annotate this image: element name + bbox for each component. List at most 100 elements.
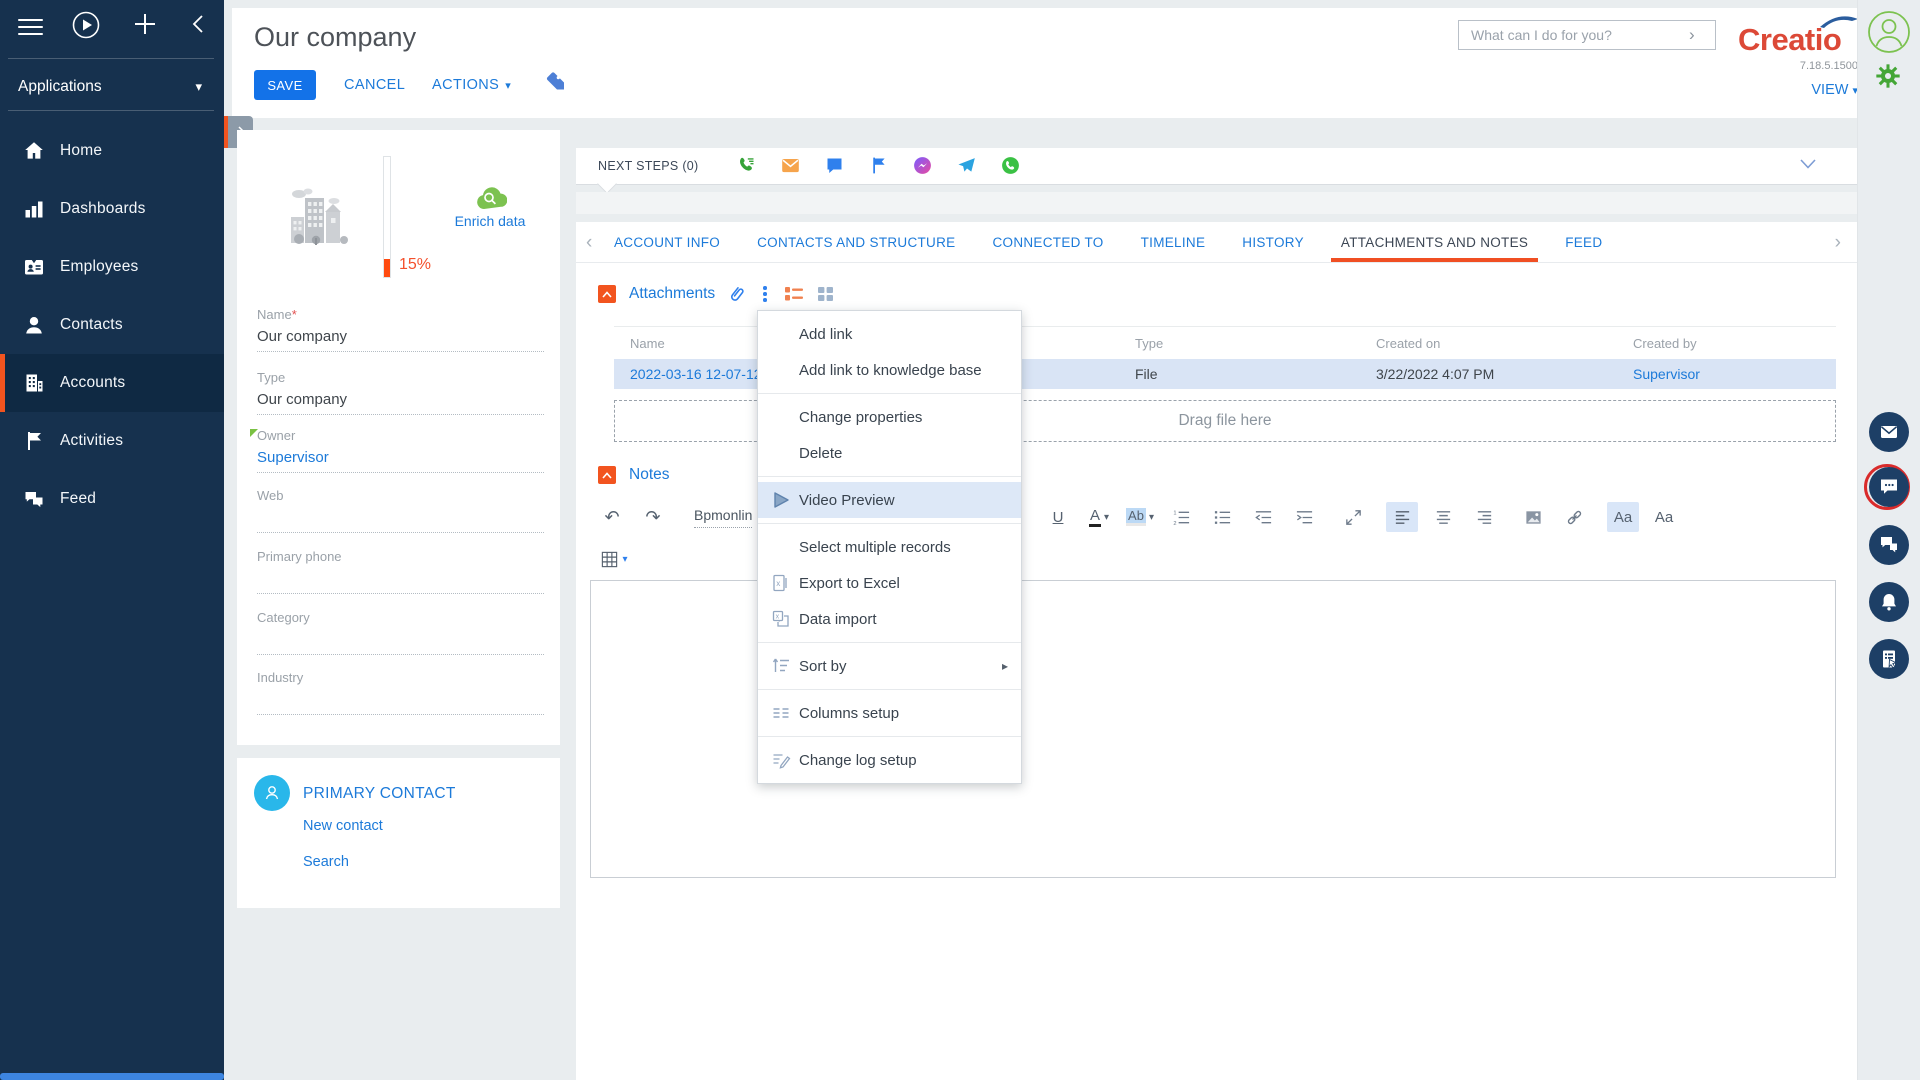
settings-gear-icon[interactable] <box>1874 62 1902 90</box>
sidebar-item-contacts[interactable]: Contacts <box>0 296 224 354</box>
fullscreen-icon[interactable] <box>1337 502 1369 532</box>
sidebar-item-accounts[interactable]: Accounts <box>0 354 224 412</box>
collapse-sidebar-icon[interactable] <box>188 12 210 36</box>
notifications-bell-button[interactable] <box>1869 582 1909 622</box>
column-header-created-on[interactable]: Created on <box>1376 336 1440 351</box>
search-input[interactable] <box>1459 27 1689 43</box>
highlight-color-icon[interactable]: Ab▾ <box>1124 502 1156 532</box>
view-menu-button[interactable]: VIEW ▾ <box>1738 82 1858 98</box>
workspace-selector[interactable]: Applications ▾ <box>0 64 224 110</box>
messenger-icon[interactable] <box>912 155 933 176</box>
menu-item-video-preview[interactable]: Video Preview <box>758 482 1021 518</box>
insert-image-icon[interactable] <box>1517 502 1549 532</box>
chat-messages-button[interactable] <box>1869 467 1909 507</box>
menu-item-sort-by[interactable]: Sort by ▸ <box>758 648 1021 684</box>
font-family-select[interactable]: Bpmonlin <box>694 507 752 528</box>
whatsapp-icon[interactable] <box>1000 155 1021 176</box>
list-view-icon[interactable] <box>784 286 804 302</box>
column-header-created-by[interactable]: Created by <box>1633 336 1697 351</box>
field-value[interactable] <box>257 509 544 527</box>
field-primary-phone[interactable]: Primary phone <box>257 549 544 594</box>
account-photo-placeholder[interactable] <box>285 185 351 247</box>
telegram-icon[interactable] <box>956 155 977 176</box>
process-run-icon[interactable] <box>72 11 100 39</box>
field-value[interactable]: Our company <box>257 328 544 346</box>
menu-hamburger-icon[interactable] <box>18 14 43 40</box>
feed-discussions-button[interactable] <box>1869 525 1909 565</box>
business-process-tasks-button[interactable] <box>1869 639 1909 679</box>
tab-contacts-and-structure[interactable]: CONTACTS AND STRUCTURE <box>757 222 955 262</box>
undo-icon[interactable]: ↶ <box>596 502 628 532</box>
collapse-panel-icon[interactable] <box>1799 158 1817 170</box>
add-new-icon[interactable] <box>132 11 158 37</box>
tab-feed[interactable]: FEED <box>1565 222 1602 262</box>
field-value[interactable]: Our company <box>257 391 544 409</box>
grid-view-icon[interactable] <box>817 286 834 302</box>
column-header-name[interactable]: Name <box>630 336 665 351</box>
call-icon[interactable] <box>736 155 757 176</box>
menu-item-columns-setup[interactable]: Columns setup <box>758 695 1021 731</box>
tab-timeline[interactable]: TIMELINE <box>1141 222 1206 262</box>
menu-item-add-link-to-knowledge-base[interactable]: Add link to knowledge base <box>758 352 1021 388</box>
attach-file-icon[interactable] <box>728 284 746 304</box>
clear-style-icon[interactable]: Aa <box>1648 502 1680 532</box>
sidebar-item-dashboards[interactable]: Dashboards <box>0 180 224 238</box>
save-button[interactable]: SAVE <box>254 70 316 100</box>
attachment-name-link[interactable]: 2022-03-16 12-07-12 <box>630 366 762 382</box>
menu-item-change-properties[interactable]: Change properties <box>758 399 1021 435</box>
menu-item-delete[interactable]: Delete <box>758 435 1021 471</box>
field-type[interactable]: Type Our company <box>257 370 544 415</box>
user-avatar[interactable] <box>1867 10 1911 54</box>
tab-attachments-and-notes[interactable]: ATTACHMENTS AND NOTES <box>1341 222 1528 262</box>
cancel-button[interactable]: CANCEL <box>344 77 405 93</box>
increase-indent-icon[interactable] <box>1288 502 1320 532</box>
attachment-created-by-link[interactable]: Supervisor <box>1633 366 1700 382</box>
tag-icon[interactable] <box>544 72 566 92</box>
bullet-list-icon[interactable] <box>1206 502 1238 532</box>
align-center-icon[interactable] <box>1427 502 1459 532</box>
text-style-icon[interactable]: Aa​ <box>1607 502 1639 532</box>
field-value-link[interactable]: Supervisor <box>257 449 544 467</box>
sidebar-item-feed[interactable]: Feed <box>0 470 224 528</box>
menu-item-add-link[interactable]: Add link <box>758 316 1021 352</box>
sidebar-item-employees[interactable]: Employees <box>0 238 224 296</box>
search-submit-icon[interactable]: › <box>1689 25 1715 45</box>
field-value[interactable] <box>257 570 544 588</box>
field-value[interactable] <box>257 691 544 709</box>
insert-link-icon[interactable] <box>1558 502 1590 532</box>
align-left-icon[interactable] <box>1386 502 1418 532</box>
menu-item-select-multiple-records[interactable]: Select multiple records <box>758 529 1021 565</box>
email-center-button[interactable] <box>1869 412 1909 452</box>
email-icon[interactable] <box>780 155 801 176</box>
menu-item-export-to-excel[interactable]: x Export to Excel <box>758 565 1021 601</box>
tab-connected-to[interactable]: CONNECTED TO <box>992 222 1103 262</box>
field-industry[interactable]: Industry <box>257 670 544 715</box>
field-name[interactable]: Name* Our company <box>257 307 544 352</box>
new-contact-link[interactable]: New contact <box>303 818 383 834</box>
collapse-section-icon[interactable] <box>598 285 616 303</box>
insert-table-icon[interactable]: ▾ <box>598 544 630 574</box>
horizontal-scrollbar[interactable] <box>0 1073 224 1080</box>
underline-icon[interactable]: U <box>1042 502 1074 532</box>
sidebar-item-activities[interactable]: Activities <box>0 412 224 470</box>
tabs-scroll-right-icon[interactable]: › <box>1835 232 1841 254</box>
field-web[interactable]: Web <box>257 488 544 533</box>
more-actions-icon[interactable] <box>759 286 771 302</box>
align-right-icon[interactable] <box>1468 502 1500 532</box>
column-header-type[interactable]: Type <box>1135 336 1163 351</box>
field-category[interactable]: Category <box>257 610 544 655</box>
field-owner[interactable]: Owner Supervisor <box>257 428 544 473</box>
numbered-list-icon[interactable]: 12 <box>1165 502 1197 532</box>
tab-history[interactable]: HISTORY <box>1242 222 1304 262</box>
actions-button[interactable]: ACTIONS▾ <box>432 77 511 93</box>
search-contact-link[interactable]: Search <box>303 854 349 870</box>
tab-account-info[interactable]: ACCOUNT INFO <box>614 222 720 262</box>
tabs-scroll-left-icon[interactable]: ‹ <box>586 232 592 254</box>
task-flag-icon[interactable] <box>868 155 889 176</box>
redo-icon[interactable]: ↷ <box>637 502 669 532</box>
menu-item-change-log-setup[interactable]: Change log setup <box>758 742 1021 778</box>
enrich-data-button[interactable]: Enrich data <box>435 185 545 229</box>
collapse-section-icon[interactable] <box>598 466 616 484</box>
decrease-indent-icon[interactable] <box>1247 502 1279 532</box>
field-value[interactable] <box>257 631 544 649</box>
